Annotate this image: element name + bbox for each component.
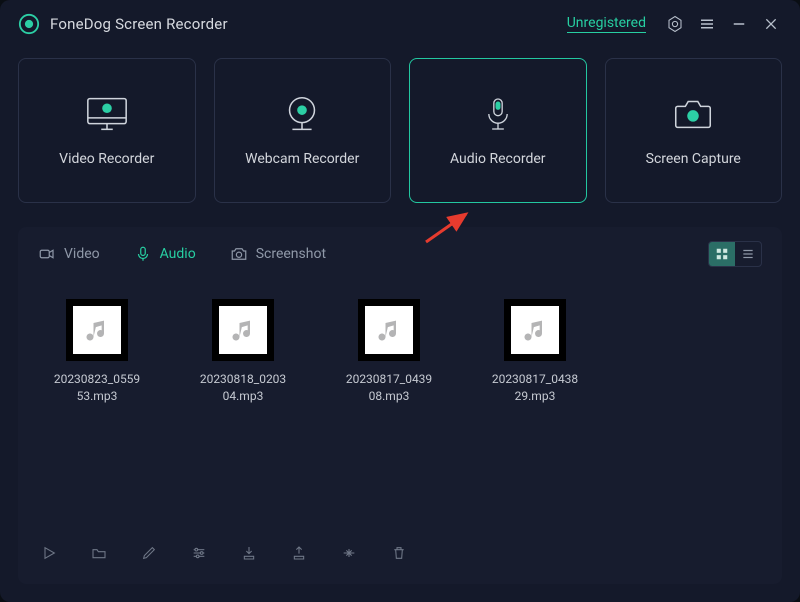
file-name: 20230817_0438 29.mp3 [492, 371, 578, 405]
list-view-button[interactable] [735, 242, 761, 266]
file-name: 20230817_0439 08.mp3 [346, 371, 432, 405]
edit-icon[interactable] [138, 542, 160, 564]
minimize-button[interactable] [728, 13, 750, 35]
audio-recorder-card[interactable]: Audio Recorder [409, 58, 587, 203]
microphone-icon [134, 245, 152, 263]
screen-capture-card[interactable]: Screen Capture [605, 58, 783, 203]
cut-icon[interactable] [338, 542, 360, 564]
titlebar: FoneDog Screen Recorder Unregistered [18, 0, 782, 48]
microphone-icon [475, 95, 521, 133]
play-icon[interactable] [38, 542, 60, 564]
file-item[interactable]: 20230817_0439 08.mp3 [330, 299, 448, 405]
video-recorder-card[interactable]: Video Recorder [18, 58, 196, 203]
tab-label: Audio [160, 246, 196, 262]
file-grid: 20230823_0559 53.mp3 20230818_0203 04.mp… [38, 281, 762, 405]
card-label: Webcam Recorder [245, 151, 359, 167]
file-name: 20230818_0203 04.mp3 [200, 371, 286, 405]
tab-label: Screenshot [256, 246, 326, 262]
card-label: Screen Capture [646, 151, 741, 167]
recorder-cards: Video Recorder Webcam Recorder Audio Rec… [18, 48, 782, 227]
card-label: Audio Recorder [450, 151, 546, 167]
video-icon [38, 245, 56, 263]
tab-audio[interactable]: Audio [134, 245, 196, 263]
tab-screenshot[interactable]: Screenshot [230, 245, 326, 263]
close-button[interactable] [760, 13, 782, 35]
webcam-recorder-card[interactable]: Webcam Recorder [214, 58, 392, 203]
file-item[interactable]: 20230823_0559 53.mp3 [38, 299, 156, 405]
export-icon[interactable] [288, 542, 310, 564]
file-thumbnail [358, 299, 420, 361]
import-icon[interactable] [238, 542, 260, 564]
webcam-icon [279, 95, 325, 133]
hamburger-menu-icon[interactable] [696, 13, 718, 35]
app-title: FoneDog Screen Recorder [50, 15, 228, 33]
view-toggle [708, 241, 762, 267]
gallery-panel: Video Audio Screenshot [18, 227, 782, 584]
sliders-icon[interactable] [188, 542, 210, 564]
settings-icon[interactable] [664, 13, 686, 35]
file-toolbar [38, 542, 410, 564]
delete-icon[interactable] [388, 542, 410, 564]
card-label: Video Recorder [59, 151, 154, 167]
app-logo-icon [18, 13, 40, 35]
file-thumbnail [66, 299, 128, 361]
tab-video[interactable]: Video [38, 245, 100, 263]
file-thumbnail [504, 299, 566, 361]
folder-icon[interactable] [88, 542, 110, 564]
file-item[interactable]: 20230818_0203 04.mp3 [184, 299, 302, 405]
app-window: FoneDog Screen Recorder Unregistered Vid… [0, 0, 800, 602]
camera-icon [670, 95, 716, 133]
camera-icon [230, 245, 248, 263]
file-item[interactable]: 20230817_0438 29.mp3 [476, 299, 594, 405]
gallery-tabs: Video Audio Screenshot [38, 227, 762, 281]
file-name: 20230823_0559 53.mp3 [54, 371, 140, 405]
monitor-icon [84, 95, 130, 133]
tab-label: Video [64, 246, 100, 262]
unregistered-link[interactable]: Unregistered [567, 15, 646, 33]
file-thumbnail [212, 299, 274, 361]
grid-view-button[interactable] [709, 242, 735, 266]
